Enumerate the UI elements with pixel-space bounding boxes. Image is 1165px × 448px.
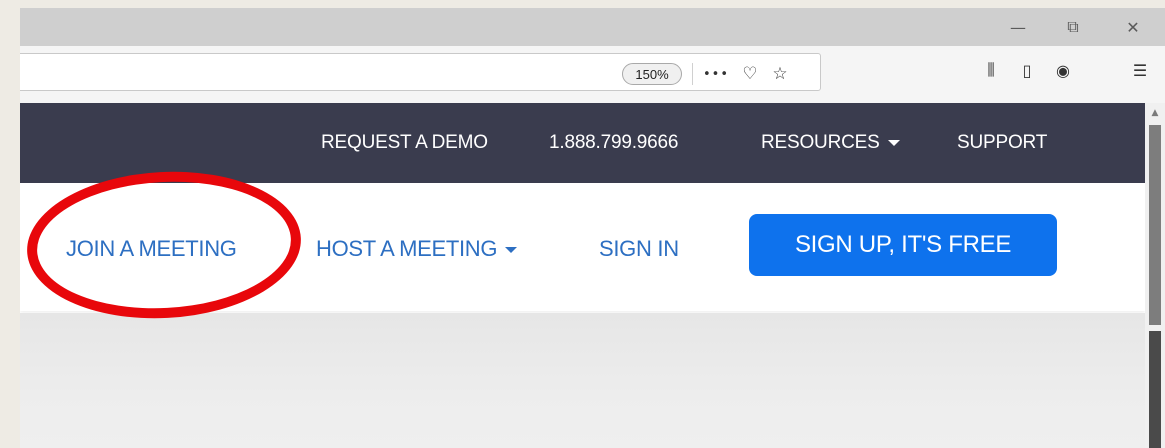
library-icon[interactable]: ⫼: [977, 58, 1005, 82]
vertical-scrollbar[interactable]: ▲: [1145, 103, 1165, 448]
caret-down-icon: [887, 139, 900, 146]
zoom-level-badge[interactable]: 150%: [622, 63, 682, 85]
sign-in-link[interactable]: SIGN IN: [599, 236, 679, 262]
web-page: REQUEST A DEMO 1.888.799.9666 RESOURCES …: [20, 103, 1145, 448]
url-bar[interactable]: 150% ••• ♡ ☆: [20, 53, 821, 91]
menu-icon[interactable]: ☰: [1126, 58, 1154, 82]
join-meeting-link[interactable]: JOIN A MEETING: [66, 236, 237, 262]
page-actions-icon[interactable]: •••: [703, 61, 729, 87]
close-icon[interactable]: ✕: [1110, 8, 1156, 46]
scroll-up-arrow-icon[interactable]: ▲: [1145, 103, 1165, 123]
sidebar-icon[interactable]: ▯: [1013, 58, 1041, 82]
account-icon[interactable]: ◉: [1049, 58, 1077, 82]
bookmark-star-icon[interactable]: ☆: [767, 61, 793, 87]
main-nav-bar: JOIN A MEETING HOST A MEETING SIGN IN SI…: [20, 183, 1145, 311]
title-bar: — ⧉ ✕: [20, 8, 1165, 46]
browser-window: — ⧉ ✕ 150% ••• ♡ ☆ ⫼ ▯ ◉ ☰ REQUEST A DEM…: [20, 8, 1165, 448]
caret-down-icon: [505, 247, 518, 254]
minimize-icon[interactable]: —: [995, 8, 1041, 46]
urlbar-separator: [692, 63, 693, 85]
sign-up-button[interactable]: SIGN UP, IT'S FREE: [749, 214, 1057, 276]
pocket-icon[interactable]: ♡: [737, 61, 763, 87]
nav-toolbar: 150% ••• ♡ ☆ ⫼ ▯ ◉ ☰: [20, 46, 1165, 104]
top-nav-bar: REQUEST A DEMO 1.888.799.9666 RESOURCES …: [20, 103, 1145, 183]
support-link[interactable]: SUPPORT: [957, 132, 1047, 154]
host-meeting-label: HOST A MEETING: [316, 236, 498, 261]
hero-section: [20, 313, 1145, 448]
request-demo-link[interactable]: REQUEST A DEMO: [321, 132, 488, 154]
phone-number-link[interactable]: 1.888.799.9666: [549, 132, 678, 154]
scrollbar-track-lower: [1149, 331, 1161, 448]
resources-label: RESOURCES: [761, 132, 880, 153]
resources-menu[interactable]: RESOURCES: [761, 132, 900, 154]
restore-icon[interactable]: ⧉: [1050, 8, 1096, 46]
scrollbar-thumb[interactable]: [1149, 125, 1161, 325]
host-meeting-menu[interactable]: HOST A MEETING: [316, 236, 518, 262]
